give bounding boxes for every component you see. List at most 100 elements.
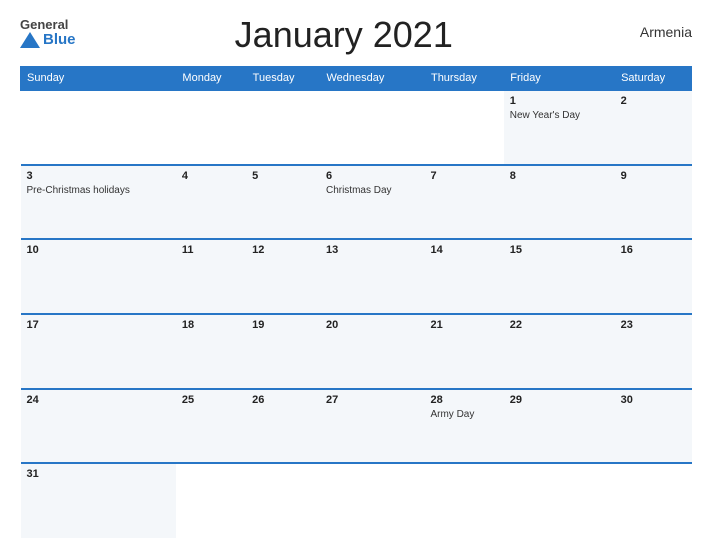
- date-8: 8: [510, 170, 609, 182]
- logo-general-text: General: [20, 18, 68, 31]
- cell-w4-thu: 21: [424, 314, 503, 389]
- cell-w2-sat: 9: [615, 165, 692, 240]
- date-30: 30: [621, 394, 686, 406]
- col-friday: Friday: [504, 67, 615, 91]
- date-3: 3: [27, 170, 170, 182]
- col-monday: Monday: [176, 67, 246, 91]
- cell-w5-fri: 29: [504, 389, 615, 464]
- cell-w5-sun: 24: [21, 389, 176, 464]
- cell-w1-thu: [424, 90, 503, 165]
- event-1: New Year's Day: [510, 110, 580, 121]
- cell-w2-thu: 7: [424, 165, 503, 240]
- cell-w3-wed: 13: [320, 239, 425, 314]
- week-row-5: 24 25 26 27 28 Army Day 29: [21, 389, 692, 464]
- date-27: 27: [326, 394, 419, 406]
- cell-w3-sat: 16: [615, 239, 692, 314]
- cell-w6-mon: [176, 463, 246, 538]
- week-row-4: 17 18 19 20 21 22 23: [21, 314, 692, 389]
- cell-w1-sun: [21, 90, 176, 165]
- week-row-1: 1 New Year's Day 2: [21, 90, 692, 165]
- calendar-header: Sunday Monday Tuesday Wednesday Thursday…: [21, 67, 692, 91]
- cell-w6-sun: 31: [21, 463, 176, 538]
- cell-w2-mon: 4: [176, 165, 246, 240]
- cell-w6-sat: [615, 463, 692, 538]
- date-1: 1: [510, 95, 609, 107]
- calendar-body: 1 New Year's Day 2 3 Pre-Christmas holid…: [21, 90, 692, 538]
- date-17: 17: [27, 319, 170, 331]
- date-5: 5: [252, 170, 314, 182]
- date-10: 10: [27, 244, 170, 256]
- event-28: Army Day: [430, 409, 474, 420]
- col-thursday: Thursday: [424, 67, 503, 91]
- date-22: 22: [510, 319, 609, 331]
- calendar-title: January 2021: [76, 14, 612, 56]
- date-16: 16: [621, 244, 686, 256]
- weekday-row: Sunday Monday Tuesday Wednesday Thursday…: [21, 67, 692, 91]
- date-24: 24: [27, 394, 170, 406]
- date-25: 25: [182, 394, 240, 406]
- cell-w1-tue: [246, 90, 320, 165]
- cell-w2-tue: 5: [246, 165, 320, 240]
- cell-w3-mon: 11: [176, 239, 246, 314]
- cell-w6-fri: [504, 463, 615, 538]
- calendar-table: Sunday Monday Tuesday Wednesday Thursday…: [20, 66, 692, 538]
- date-6: 6: [326, 170, 419, 182]
- cell-w1-fri: 1 New Year's Day: [504, 90, 615, 165]
- cell-w4-sat: 23: [615, 314, 692, 389]
- date-19: 19: [252, 319, 314, 331]
- cell-w5-tue: 26: [246, 389, 320, 464]
- cell-w2-wed: 6 Christmas Day: [320, 165, 425, 240]
- date-26: 26: [252, 394, 314, 406]
- date-11: 11: [182, 244, 240, 256]
- date-21: 21: [430, 319, 497, 331]
- col-sunday: Sunday: [21, 67, 176, 91]
- date-20: 20: [326, 319, 419, 331]
- calendar-page: General Blue January 2021 Armenia Sunday…: [0, 0, 712, 550]
- week-row-2: 3 Pre-Christmas holidays 4 5 6 Christmas…: [21, 165, 692, 240]
- cell-w1-wed: [320, 90, 425, 165]
- logo-blue-text: Blue: [43, 31, 76, 48]
- date-15: 15: [510, 244, 609, 256]
- date-28: 28: [430, 394, 497, 406]
- col-wednesday: Wednesday: [320, 67, 425, 91]
- cell-w6-thu: [424, 463, 503, 538]
- date-4: 4: [182, 170, 240, 182]
- cell-w3-tue: 12: [246, 239, 320, 314]
- date-9: 9: [621, 170, 686, 182]
- date-7: 7: [430, 170, 497, 182]
- cell-w1-mon: [176, 90, 246, 165]
- date-12: 12: [252, 244, 314, 256]
- date-29: 29: [510, 394, 609, 406]
- header: General Blue January 2021 Armenia: [20, 18, 692, 56]
- cell-w4-wed: 20: [320, 314, 425, 389]
- date-2: 2: [621, 95, 686, 107]
- event-3: Pre-Christmas holidays: [27, 185, 130, 196]
- cell-w1-sat: 2: [615, 90, 692, 165]
- country-label: Armenia: [612, 24, 692, 40]
- cell-w5-wed: 27: [320, 389, 425, 464]
- cell-w2-fri: 8: [504, 165, 615, 240]
- cell-w5-mon: 25: [176, 389, 246, 464]
- cell-w3-sun: 10: [21, 239, 176, 314]
- date-14: 14: [430, 244, 497, 256]
- logo: General Blue: [20, 18, 76, 48]
- cell-w4-mon: 18: [176, 314, 246, 389]
- date-13: 13: [326, 244, 419, 256]
- cell-w3-thu: 14: [424, 239, 503, 314]
- cell-w3-fri: 15: [504, 239, 615, 314]
- cell-w5-sat: 30: [615, 389, 692, 464]
- cell-w4-tue: 19: [246, 314, 320, 389]
- logo-blue-row: Blue: [20, 31, 76, 48]
- cell-w5-thu: 28 Army Day: [424, 389, 503, 464]
- week-row-6: 31: [21, 463, 692, 538]
- cell-w6-wed: [320, 463, 425, 538]
- cell-w4-sun: 17: [21, 314, 176, 389]
- cell-w6-tue: [246, 463, 320, 538]
- event-6: Christmas Day: [326, 185, 392, 196]
- col-tuesday: Tuesday: [246, 67, 320, 91]
- date-31: 31: [27, 468, 170, 480]
- date-23: 23: [621, 319, 686, 331]
- cell-w2-sun: 3 Pre-Christmas holidays: [21, 165, 176, 240]
- col-saturday: Saturday: [615, 67, 692, 91]
- week-row-3: 10 11 12 13 14 15 16: [21, 239, 692, 314]
